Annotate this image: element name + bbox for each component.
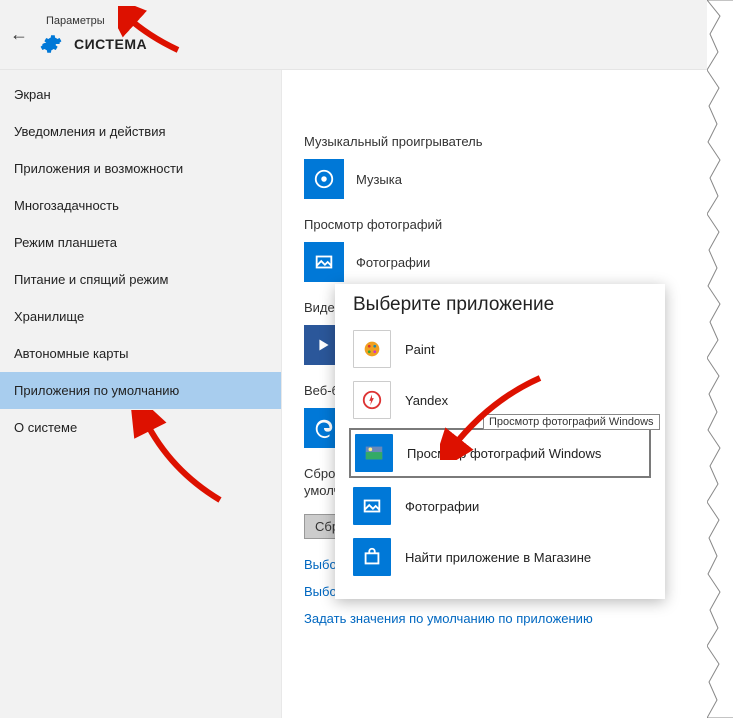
sidebar-item-label: Экран bbox=[14, 87, 51, 102]
sidebar-item-label: Приложения по умолчанию bbox=[14, 383, 179, 398]
default-app-photos[interactable]: Фотографии bbox=[304, 242, 711, 282]
breadcrumb: Параметры bbox=[40, 15, 147, 27]
popup-item-paint[interactable]: Paint bbox=[349, 326, 651, 372]
sidebar-item-default-apps[interactable]: Приложения по умолчанию bbox=[0, 372, 281, 409]
back-button[interactable]: ← bbox=[10, 24, 40, 45]
default-app-label: Музыка bbox=[356, 172, 402, 187]
sidebar-item-label: Приложения и возможности bbox=[14, 161, 183, 176]
paint-icon bbox=[353, 330, 391, 368]
sidebar-item-label: О системе bbox=[14, 420, 77, 435]
sidebar-item-apps-features[interactable]: Приложения и возможности bbox=[0, 150, 281, 187]
sidebar-item-about[interactable]: О системе bbox=[0, 409, 281, 446]
header: ← Параметры СИСТЕМА bbox=[0, 0, 733, 70]
section-photos: Просмотр фотографий bbox=[304, 217, 711, 232]
sidebar-item-tablet-mode[interactable]: Режим планшета bbox=[0, 224, 281, 261]
photo-viewer-icon bbox=[355, 434, 393, 472]
popup-item-label: Найти приложение в Магазине bbox=[405, 550, 591, 565]
popup-item-label: Yandex bbox=[405, 393, 448, 408]
popup-item-photo-viewer[interactable]: Просмотр фотографий Windows Просмотр фот… bbox=[349, 428, 651, 478]
sidebar: Экран Уведомления и действия Приложения … bbox=[0, 70, 282, 718]
default-app-music[interactable]: Музыка bbox=[304, 159, 711, 199]
photos-icon bbox=[304, 242, 344, 282]
sidebar-item-display[interactable]: Экран bbox=[0, 76, 281, 113]
popup-item-label: Фотографии bbox=[405, 499, 479, 514]
yandex-icon bbox=[353, 381, 391, 419]
gear-icon bbox=[40, 33, 62, 55]
sidebar-item-offline-maps[interactable]: Автономные карты bbox=[0, 335, 281, 372]
music-icon bbox=[304, 159, 344, 199]
page-title: СИСТЕМА bbox=[74, 36, 147, 52]
torn-edge bbox=[707, 0, 733, 718]
app-chooser-popup: Выберите приложение Paint Yandex Просмот… bbox=[335, 284, 665, 599]
popup-item-store[interactable]: Найти приложение в Магазине bbox=[349, 534, 651, 580]
sidebar-item-notifications[interactable]: Уведомления и действия bbox=[0, 113, 281, 150]
sidebar-item-label: Уведомления и действия bbox=[14, 124, 166, 139]
popup-item-label: Просмотр фотографий Windows bbox=[407, 446, 601, 461]
link-by-app[interactable]: Задать значения по умолчанию по приложен… bbox=[304, 611, 711, 626]
sidebar-item-multitasking[interactable]: Многозадачность bbox=[0, 187, 281, 224]
section-music: Музыкальный проигрыватель bbox=[304, 134, 711, 149]
photos-app-icon bbox=[353, 487, 391, 525]
sidebar-item-label: Автономные карты bbox=[14, 346, 129, 361]
sidebar-item-power-sleep[interactable]: Питание и спящий режим bbox=[0, 261, 281, 298]
sidebar-item-label: Питание и спящий режим bbox=[14, 272, 168, 287]
popup-item-photos[interactable]: Фотографии bbox=[349, 483, 651, 529]
sidebar-item-storage[interactable]: Хранилище bbox=[0, 298, 281, 335]
sidebar-item-label: Многозадачность bbox=[14, 198, 119, 213]
popup-item-label: Paint bbox=[405, 342, 435, 357]
popup-title: Выберите приложение bbox=[349, 294, 651, 316]
tooltip: Просмотр фотографий Windows bbox=[483, 414, 660, 430]
store-icon bbox=[353, 538, 391, 576]
sidebar-item-label: Хранилище bbox=[14, 309, 84, 324]
default-app-label: Фотографии bbox=[356, 255, 430, 270]
sidebar-item-label: Режим планшета bbox=[14, 235, 117, 250]
